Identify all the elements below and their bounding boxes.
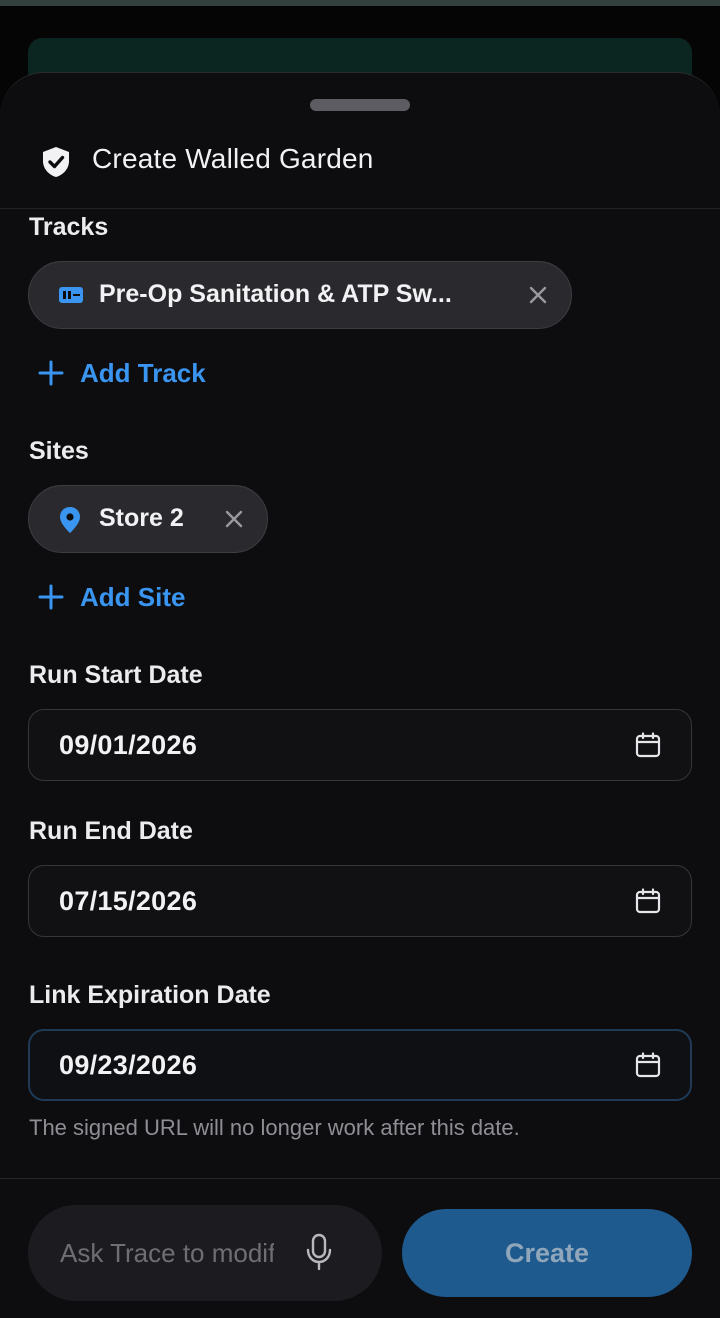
close-icon[interactable] xyxy=(527,284,549,306)
link-expiration-date-value: 09/23/2026 xyxy=(59,1050,198,1080)
site-chip-label: Store 2 xyxy=(99,504,184,532)
track-chip[interactable]: Pre-Op Sanitation & ATP Sw... xyxy=(28,261,572,329)
run-start-date-label: Run Start Date xyxy=(29,661,203,689)
run-end-date-label: Run End Date xyxy=(29,817,193,845)
add-track-button[interactable]: Add Track xyxy=(38,353,206,393)
shield-check-icon xyxy=(43,147,69,177)
tracks-label: Tracks xyxy=(29,213,109,241)
calendar-icon[interactable] xyxy=(635,1052,661,1078)
top-edge xyxy=(0,0,720,6)
run-end-date-value: 07/15/2026 xyxy=(59,886,198,916)
add-site-button[interactable]: Add Site xyxy=(38,577,185,617)
add-track-label: Add Track xyxy=(80,357,206,388)
run-end-date-field[interactable]: 07/15/2026 xyxy=(28,865,692,937)
drag-handle[interactable] xyxy=(310,99,410,111)
calendar-icon[interactable] xyxy=(635,732,661,758)
track-chip-label: Pre-Op Sanitation & ATP Sw... xyxy=(99,280,452,308)
create-button[interactable]: Create xyxy=(402,1209,692,1297)
plus-icon xyxy=(38,360,64,386)
ask-trace-input[interactable] xyxy=(60,1205,274,1301)
run-start-date-value: 09/01/2026 xyxy=(59,730,198,760)
track-icon xyxy=(59,287,83,303)
calendar-icon[interactable] xyxy=(635,888,661,914)
link-expiration-date-label: Link Expiration Date xyxy=(29,981,271,1009)
microphone-icon[interactable] xyxy=(304,1233,334,1271)
sheet-title: Create Walled Garden xyxy=(92,143,374,174)
link-expiration-helper-text: The signed URL will no longer work after… xyxy=(29,1115,520,1140)
bottom-sheet: Create Walled Garden Tracks Pre-Op Sanit… xyxy=(0,72,720,1318)
bottom-action-bar: Create xyxy=(0,1178,720,1318)
site-chip[interactable]: Store 2 xyxy=(28,485,268,553)
link-expiration-date-field[interactable]: 09/23/2026 xyxy=(28,1029,692,1101)
ask-trace-input-container xyxy=(28,1205,382,1301)
add-site-label: Add Site xyxy=(80,581,186,612)
plus-icon xyxy=(38,584,64,610)
run-start-date-field[interactable]: 09/01/2026 xyxy=(28,709,692,781)
sites-label: Sites xyxy=(29,437,89,465)
sheet-header: Create Walled Garden xyxy=(0,133,720,209)
map-pin-icon xyxy=(60,507,80,533)
close-icon[interactable] xyxy=(223,508,245,530)
